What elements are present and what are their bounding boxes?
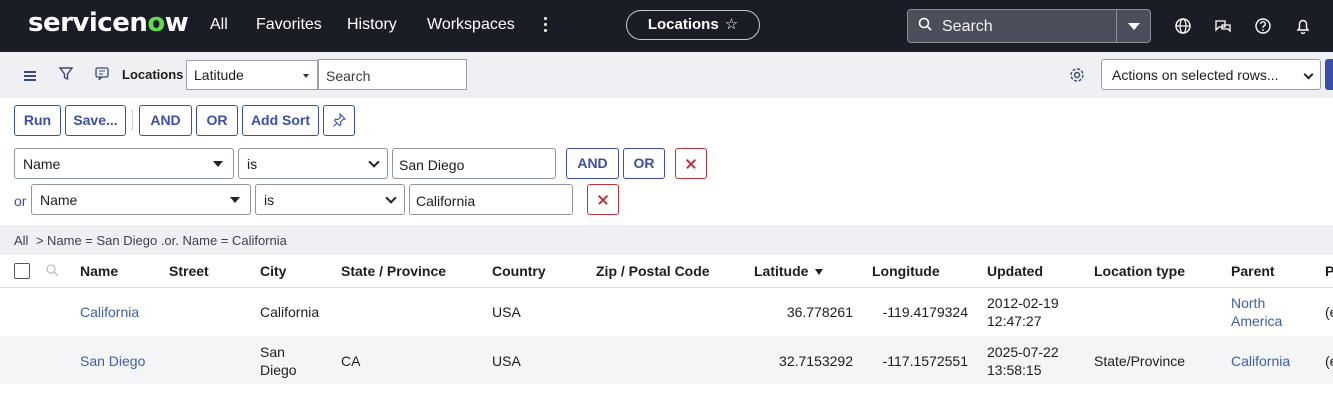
- table-header: Name Street City State / Province Countr…: [0, 255, 1333, 288]
- top-navigation-bar: servicenow All Favorites History Workspa…: [0, 0, 1333, 52]
- breadcrumb-condition[interactable]: Name = San Diego .or. Name = California: [47, 233, 287, 248]
- column-header-name[interactable]: Name: [80, 263, 118, 279]
- column-header-country[interactable]: Country: [492, 263, 546, 279]
- favorite-star-icon[interactable]: ☆: [725, 16, 738, 33]
- row-1-updated-date: 2012-02-19: [987, 295, 1059, 311]
- condition-1-field: Name: [23, 156, 61, 172]
- row-1-parent-link-line1[interactable]: North: [1231, 294, 1265, 312]
- column-header-state[interactable]: State / Province: [341, 263, 446, 279]
- row-1-city: California: [260, 304, 320, 320]
- filter-icon[interactable]: [58, 66, 74, 82]
- servicenow-logo[interactable]: servicenow: [28, 8, 189, 38]
- condition-2-remove-button[interactable]: [587, 184, 619, 215]
- column-search-icon[interactable]: [45, 263, 59, 277]
- select-all-checkbox[interactable]: [14, 263, 30, 279]
- context-title-pill[interactable]: Locations ☆: [626, 10, 760, 40]
- globe-icon[interactable]: [1174, 17, 1192, 35]
- row-2-parent-link[interactable]: California: [1231, 352, 1290, 370]
- condition-2-operator: is: [264, 192, 275, 208]
- or-condition-label: or: [14, 193, 27, 209]
- condition-1-value-input[interactable]: San Diego: [392, 148, 556, 179]
- row-2-truncated-cell: (e: [1325, 353, 1333, 369]
- condition-1-operator: is: [247, 156, 258, 172]
- nav-favorites[interactable]: Favorites: [256, 16, 322, 34]
- row-1-name-link[interactable]: California: [80, 303, 139, 321]
- help-icon[interactable]: [1254, 17, 1272, 35]
- condition-2-value-input[interactable]: California: [409, 184, 573, 215]
- column-header-latitude[interactable]: Latitude: [754, 263, 824, 279]
- activity-stream-icon[interactable]: [94, 66, 110, 82]
- search-field-select[interactable]: Latitude: [186, 60, 318, 90]
- column-header-location-type[interactable]: Location type: [1094, 263, 1185, 279]
- notifications-bell-icon[interactable]: [1294, 17, 1312, 35]
- condition-2-field: Name: [40, 192, 78, 208]
- row-2-longitude: -117.1572551: [882, 353, 968, 369]
- table-row: San Diego San Diego CA USA 32.7153292 -1…: [0, 336, 1333, 384]
- column-header-city[interactable]: City: [260, 263, 286, 279]
- condition-builder: Run Save... AND OR Add Sort Name is San …: [0, 98, 1333, 226]
- run-button[interactable]: Run: [14, 105, 61, 136]
- condition-2-operator-select[interactable]: is: [255, 184, 405, 215]
- row-2-updated-time: 13:58:15: [987, 362, 1042, 378]
- row-1-latitude: 36.778261: [786, 304, 853, 320]
- search-placeholder: Search: [942, 18, 993, 35]
- row-2-city-line1: San: [260, 344, 285, 360]
- list-search-input[interactable]: Search: [318, 59, 467, 90]
- context-title: Locations: [647, 16, 719, 33]
- row-2-country: USA: [492, 353, 521, 369]
- column-header-parent[interactable]: Parent: [1231, 263, 1275, 279]
- condition-1-operator-select[interactable]: is: [238, 148, 388, 179]
- row-1-parent-link-line2[interactable]: America: [1231, 312, 1282, 330]
- add-sort-button[interactable]: Add Sort: [242, 105, 319, 136]
- search-scope-dropdown[interactable]: [1116, 10, 1150, 42]
- gear-icon[interactable]: [1068, 66, 1086, 84]
- column-header-zip[interactable]: Zip / Postal Code: [596, 263, 710, 279]
- breadcrumb-all[interactable]: All: [14, 233, 28, 248]
- latitude-header-label: Latitude: [754, 263, 809, 279]
- column-header-longitude[interactable]: Longitude: [872, 263, 940, 279]
- actions-on-selected-rows-select[interactable]: Actions on selected rows...: [1101, 59, 1321, 90]
- row-1-truncated-cell: (e: [1325, 304, 1333, 320]
- row-2-city-line2: Diego: [260, 362, 297, 378]
- condition-1-or-button[interactable]: OR: [623, 148, 665, 179]
- global-search[interactable]: Search: [907, 9, 1151, 43]
- row-1-updated-time: 12:47:27: [987, 313, 1042, 329]
- row-2-state: CA: [341, 353, 361, 369]
- and-button[interactable]: AND: [139, 105, 192, 136]
- chat-icon[interactable]: [1214, 17, 1232, 35]
- column-header-truncated[interactable]: P: [1325, 263, 1333, 279]
- list-menu-icon[interactable]: [24, 71, 36, 83]
- sort-descending-icon: [815, 269, 824, 276]
- row-2-updated-date: 2025-07-22: [987, 344, 1059, 360]
- pin-filter-button[interactable]: [323, 105, 355, 136]
- breadcrumb-separator: >: [36, 233, 44, 248]
- list-toolbar: Locations Latitude Search Actions on sel…: [0, 52, 1333, 99]
- column-header-street[interactable]: Street: [169, 263, 209, 279]
- search-icon: [918, 17, 932, 31]
- list-title: Locations: [122, 67, 184, 82]
- new-button[interactable]: [1325, 59, 1333, 90]
- save-button[interactable]: Save...: [65, 105, 126, 136]
- row-1-longitude: -119.4179324: [882, 304, 968, 320]
- row-2-location-type: State/Province: [1094, 353, 1186, 369]
- condition-2-field-select[interactable]: Name: [31, 184, 251, 215]
- nav-all[interactable]: All: [210, 16, 228, 34]
- or-button[interactable]: OR: [196, 105, 238, 136]
- condition-1-remove-button[interactable]: [675, 148, 707, 179]
- breadcrumb: All > Name = San Diego .or. Name = Calif…: [0, 225, 1333, 255]
- toolbar-divider: [132, 110, 133, 130]
- table-row: California California USA 36.778261 -119…: [0, 288, 1333, 336]
- column-header-updated[interactable]: Updated: [987, 263, 1043, 279]
- row-2-latitude: 32.7153292: [779, 353, 853, 369]
- more-menu-icon[interactable]: [538, 14, 552, 38]
- nav-history[interactable]: History: [347, 16, 397, 34]
- pin-icon: [333, 112, 347, 127]
- row-2-name-link[interactable]: San Diego: [80, 352, 145, 370]
- condition-1-and-button[interactable]: AND: [566, 148, 619, 179]
- row-1-country: USA: [492, 304, 521, 320]
- nav-workspaces[interactable]: Workspaces: [427, 16, 515, 34]
- condition-1-field-select[interactable]: Name: [14, 148, 234, 179]
